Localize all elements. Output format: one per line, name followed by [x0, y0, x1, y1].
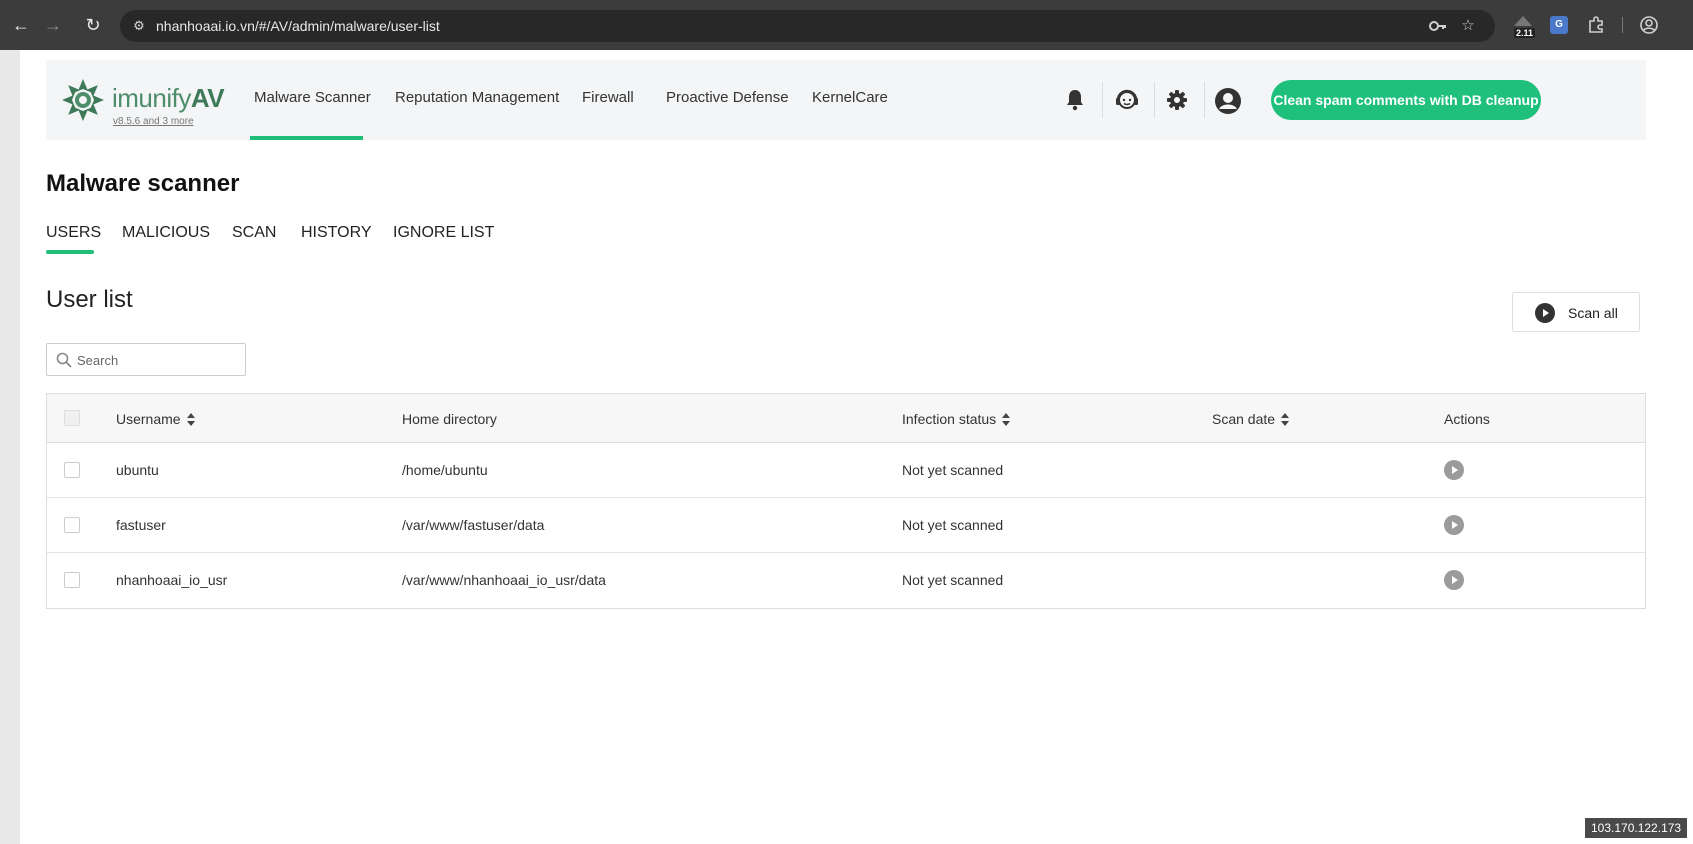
db-cleanup-button[interactable]: Clean spam comments with DB cleanup	[1271, 80, 1541, 120]
header-separator	[1204, 82, 1205, 118]
sort-icon	[1002, 413, 1011, 427]
nav-reputation-management[interactable]: Reputation Management	[395, 89, 559, 106]
sort-icon	[186, 413, 195, 427]
site-info-icon[interactable]: ⚙	[130, 17, 148, 35]
page-title: Malware scanner	[46, 170, 240, 197]
cell-username: nhanhoaai_io_usr	[116, 572, 228, 588]
nav-proactive-defense[interactable]: Proactive Defense	[666, 89, 789, 106]
cell-home-directory: /var/www/fastuser/data	[402, 517, 545, 533]
scan-user-play-icon[interactable]	[1444, 460, 1464, 480]
puzzle-icon[interactable]	[1584, 13, 1608, 37]
scan-all-button[interactable]: Scan all	[1512, 292, 1640, 332]
select-all-checkbox[interactable]	[64, 410, 80, 426]
forward-icon[interactable]: →	[42, 14, 64, 36]
search-icon	[56, 352, 72, 368]
column-username[interactable]: Username	[116, 411, 195, 427]
tab-active-indicator	[46, 250, 94, 254]
scan-all-label: Scan all	[1568, 305, 1618, 321]
gear-icon[interactable]	[1164, 87, 1190, 113]
profile-icon[interactable]	[1637, 13, 1661, 37]
tab-scan[interactable]: SCAN	[232, 224, 276, 242]
user-account-icon[interactable]	[1214, 87, 1241, 114]
search-box	[46, 343, 246, 376]
support-agent-icon[interactable]	[1114, 87, 1140, 113]
nav-firewall[interactable]: Firewall	[582, 89, 634, 106]
search-input[interactable]	[77, 350, 237, 370]
brand-name: imunifyAV	[112, 83, 225, 113]
header-separator	[1102, 82, 1103, 118]
imunify-logo-icon	[62, 79, 104, 121]
row-checkbox[interactable]	[64, 462, 80, 478]
scan-user-play-icon[interactable]	[1444, 515, 1464, 535]
extension-icon[interactable]: 2.11	[1510, 14, 1538, 38]
column-home-directory: Home directory	[402, 411, 497, 427]
page-content: imunifyAV v8.5.6 and 3 more Malware Scan…	[20, 50, 1693, 844]
user-table: Username Home directory Infection status…	[46, 393, 1646, 609]
table-row: nhanhoaai_io_usr /var/www/nhanhoaai_io_u…	[47, 553, 1645, 608]
imunify-logo[interactable]: imunifyAV v8.5.6 and 3 more	[60, 77, 230, 127]
table-header: Username Home directory Infection status…	[47, 394, 1645, 443]
version-link[interactable]: v8.5.6 and 3 more	[113, 116, 194, 127]
column-actions: Actions	[1444, 411, 1490, 427]
cell-infection-status: Not yet scanned	[902, 572, 1004, 588]
toolbar-separator	[1622, 17, 1623, 33]
sort-icon	[1281, 413, 1290, 427]
extension-badge: 2.11	[1514, 28, 1536, 38]
play-icon	[1535, 303, 1555, 323]
translate-icon[interactable]: G	[1550, 16, 1568, 34]
tab-malicious[interactable]: MALICIOUS	[122, 224, 210, 242]
section-title: User list	[46, 286, 133, 313]
address-bar[interactable]: ⚙ nhanhoaai.io.vn/#/AV/admin/malware/use…	[120, 10, 1495, 42]
scan-user-play-icon[interactable]	[1444, 570, 1464, 590]
cell-infection-status: Not yet scanned	[902, 462, 1004, 478]
bell-icon[interactable]	[1062, 87, 1088, 113]
tab-history[interactable]: HISTORY	[301, 224, 372, 242]
tab-users[interactable]: USERS	[46, 224, 101, 242]
row-checkbox[interactable]	[64, 517, 80, 533]
cell-home-directory: /home/ubuntu	[402, 462, 488, 478]
table-row: fastuser /var/www/fastuser/data Not yet …	[47, 498, 1645, 553]
ip-address-badge: 103.170.122.173	[1585, 818, 1688, 838]
browser-toolbar: ← → ↻ ⚙ nhanhoaai.io.vn/#/AV/admin/malwa…	[0, 0, 1693, 50]
tab-ignore-list[interactable]: IGNORE LIST	[393, 224, 494, 242]
star-icon[interactable]: ☆	[1458, 16, 1478, 36]
url-text[interactable]: nhanhoaai.io.vn/#/AV/admin/malware/user-…	[156, 18, 440, 34]
cell-infection-status: Not yet scanned	[902, 517, 1004, 533]
cell-username: ubuntu	[116, 462, 159, 478]
nav-kernelcare[interactable]: KernelCare	[812, 89, 888, 106]
key-icon[interactable]	[1428, 16, 1448, 36]
column-scan-date[interactable]: Scan date	[1212, 411, 1290, 427]
cell-home-directory: /var/www/nhanhoaai_io_usr/data	[402, 572, 606, 588]
nav-active-indicator	[250, 136, 363, 140]
nav-malware-scanner[interactable]: Malware Scanner	[254, 89, 371, 106]
header-separator	[1154, 82, 1155, 118]
cell-username: fastuser	[116, 517, 166, 533]
reload-icon[interactable]: ↻	[82, 14, 104, 36]
back-icon[interactable]: ←	[10, 14, 32, 36]
column-infection-status[interactable]: Infection status	[902, 411, 1011, 427]
table-row: ubuntu /home/ubuntu Not yet scanned	[47, 443, 1645, 498]
app-header: imunifyAV v8.5.6 and 3 more Malware Scan…	[46, 60, 1646, 140]
row-checkbox[interactable]	[64, 572, 80, 588]
